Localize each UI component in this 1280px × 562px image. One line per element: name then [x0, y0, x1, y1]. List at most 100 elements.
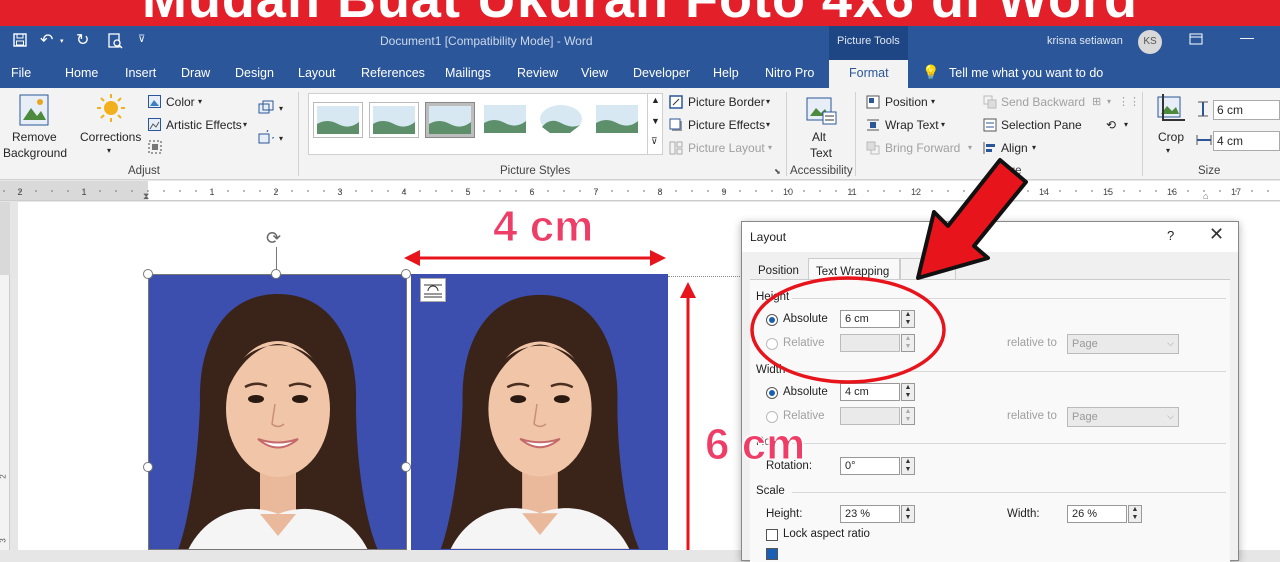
resize-handle-top[interactable]	[271, 269, 281, 279]
document-title: Document1 [Compatibility Mode] - Word	[380, 34, 593, 48]
group-dropdown-icon[interactable]: ▾	[1107, 97, 1111, 106]
reset-dropdown-icon[interactable]: ▾	[279, 134, 283, 143]
tab-draw[interactable]: Draw	[181, 66, 210, 80]
avatar[interactable]: KS	[1138, 30, 1162, 54]
wrap-text-dropdown-icon[interactable]: ▾	[941, 120, 945, 129]
gallery-more-icon[interactable]: ⊽	[651, 136, 658, 147]
position-button[interactable]: Position	[885, 95, 928, 109]
gallery-scroll: ▲ ▼ ⊽	[647, 94, 662, 154]
rotation-spinner[interactable]: ▲ ▼	[901, 457, 915, 475]
tab-home[interactable]: Home	[65, 66, 98, 80]
rotation-input[interactable]: 0°	[840, 457, 900, 475]
tab-layout[interactable]: Layout	[298, 66, 336, 80]
picture-style-1[interactable]	[313, 102, 363, 138]
format-picture-launcher-icon[interactable]: ⬊	[774, 167, 781, 176]
tab-view[interactable]: View	[581, 66, 608, 80]
wrap-text-button[interactable]: Wrap Text	[885, 118, 939, 132]
right-indent-marker-icon[interactable]: ⌂	[1203, 191, 1208, 201]
redo-icon[interactable]: ↻	[76, 30, 89, 50]
selection-pane-button[interactable]: Selection Pane	[1001, 118, 1082, 132]
width-absolute-radio[interactable]	[766, 387, 778, 399]
rotate-icon[interactable]: ⟲	[1106, 118, 1116, 132]
vertical-ruler[interactable]: 2 3	[0, 202, 10, 550]
user-name[interactable]: krisna setiawan	[1047, 35, 1123, 47]
undo-dropdown-icon[interactable]: ▾	[60, 37, 64, 45]
tab-developer[interactable]: Developer	[633, 66, 690, 80]
ruler-label: 16	[1167, 187, 1177, 197]
scale-height-spinner[interactable]: ▲ ▼	[901, 505, 915, 523]
horizontal-ruler[interactable]: 211234567891011121314151617 ⧗ ⌂	[0, 181, 1280, 201]
tab-insert[interactable]: Insert	[125, 66, 156, 80]
tab-file[interactable]: File	[11, 66, 31, 80]
layout-options-icon[interactable]	[420, 278, 446, 302]
height-relative-to-select[interactable]: Page ⌵	[1067, 334, 1179, 354]
undo-icon[interactable]: ↶	[40, 30, 53, 50]
picture-border-button[interactable]: Picture Border	[688, 95, 765, 109]
picture-layout-dropdown-icon[interactable]: ▾	[768, 143, 772, 152]
position-dropdown-icon[interactable]: ▾	[931, 97, 935, 106]
picture-effects-dropdown-icon[interactable]: ▾	[766, 120, 770, 129]
close-icon[interactable]: ✕	[1209, 224, 1224, 245]
crop-dropdown-icon[interactable]: ▾	[1166, 146, 1170, 155]
tab-review[interactable]: Review	[517, 66, 558, 80]
picture-layout-button[interactable]: Picture Layout	[688, 141, 765, 155]
width-relative-to-select[interactable]: Page ⌵	[1067, 407, 1179, 427]
customize-qat-icon[interactable]: ⊽	[138, 34, 145, 45]
picture-style-4[interactable]	[481, 102, 531, 138]
save-icon[interactable]	[12, 32, 28, 53]
picture-style-5[interactable]	[537, 102, 587, 138]
transparency-icon[interactable]	[148, 140, 162, 157]
tab-design[interactable]: Design	[235, 66, 274, 80]
compress-pictures-icon[interactable]	[258, 100, 274, 119]
group-objects-icon[interactable]: ⊞	[1092, 95, 1101, 108]
send-backward-button[interactable]: Send Backward	[1001, 95, 1085, 109]
picture-border-dropdown-icon[interactable]: ▾	[766, 97, 770, 106]
indent-marker-icon[interactable]: ⧗	[143, 191, 149, 202]
artistic-dropdown-icon[interactable]: ▾	[243, 120, 247, 129]
picture-effects-button[interactable]: Picture Effects	[688, 118, 765, 132]
resize-handle-left[interactable]	[143, 462, 153, 472]
color-dropdown-icon[interactable]: ▾	[198, 97, 202, 106]
help-icon[interactable]: ?	[1167, 228, 1174, 243]
rotate-dropdown-icon[interactable]: ▾	[1124, 120, 1128, 129]
corrections-button[interactable]: Corrections	[80, 130, 141, 144]
tab-mailings[interactable]: Mailings	[445, 66, 491, 80]
scale-width-spinner[interactable]: ▲ ▼	[1128, 505, 1142, 523]
corrections-dropdown-icon[interactable]: ▾	[107, 146, 111, 155]
picture-style-6[interactable]	[593, 102, 643, 138]
tab-format[interactable]: Format	[829, 60, 908, 88]
reset-picture-icon[interactable]	[258, 127, 278, 149]
gallery-up-icon[interactable]: ▲	[651, 95, 660, 105]
color-button[interactable]: Color	[166, 95, 195, 109]
tab-references[interactable]: References	[361, 66, 425, 80]
scale-height-input[interactable]: 23 %	[840, 505, 900, 523]
corrections-icon	[95, 92, 127, 127]
tab-help[interactable]: Help	[713, 66, 739, 80]
rotate-objects-icon[interactable]: ⋮⋮	[1118, 95, 1140, 108]
print-preview-icon[interactable]	[107, 33, 123, 52]
lock-aspect-checkbox[interactable]	[766, 529, 778, 541]
change-picture-dropdown-icon[interactable]: ▾	[279, 104, 283, 113]
photo-right[interactable]	[411, 274, 668, 550]
ribbon-display-options-icon[interactable]	[1189, 32, 1203, 49]
align-dropdown-icon[interactable]: ▾	[1032, 143, 1036, 152]
crop-button[interactable]: Crop	[1158, 130, 1184, 144]
picture-style-3[interactable]	[425, 102, 475, 138]
artistic-effects-button[interactable]: Artistic Effects	[166, 118, 242, 132]
width-relative-input[interactable]	[840, 407, 900, 425]
remove-background-button[interactable]: Remove	[12, 130, 57, 144]
gallery-down-icon[interactable]: ▼	[651, 116, 660, 126]
width-relative-spinner[interactable]: ▲ ▼	[901, 407, 915, 425]
scale-width-input[interactable]: 26 %	[1067, 505, 1127, 523]
tab-nitro-pro[interactable]: Nitro Pro	[765, 66, 814, 80]
minimize-icon[interactable]: —	[1240, 29, 1254, 45]
alt-text-button[interactable]: Alt	[812, 130, 826, 144]
shape-height-input[interactable]: 6 cm	[1213, 100, 1280, 120]
picture-style-2[interactable]	[369, 102, 419, 138]
scale-divider	[792, 492, 1226, 493]
rotate-handle-icon[interactable]: ⟳	[266, 228, 281, 249]
resize-handle-right[interactable]	[401, 462, 411, 472]
tell-me-search[interactable]: Tell me what you want to do	[949, 66, 1103, 80]
shape-width-input[interactable]: 4 cm	[1213, 131, 1280, 151]
resize-handle-top-left[interactable]	[143, 269, 153, 279]
